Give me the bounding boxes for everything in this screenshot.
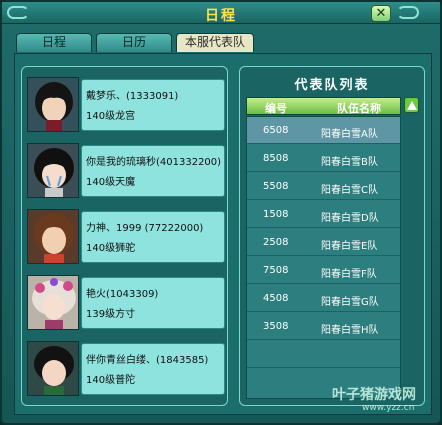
team-name: 阳春白雪G队 bbox=[321, 297, 379, 308]
member-level: 140级普陀 bbox=[86, 375, 136, 386]
column-header-team-name: 队伍名称 bbox=[337, 102, 381, 115]
table-row[interactable]: 5508 阳春白雪C队 bbox=[247, 173, 400, 200]
member-info: 艳火(1043309) 139级方寸 bbox=[81, 277, 225, 329]
member-card[interactable]: 戴梦乐、(1333091) 140级龙宫 bbox=[27, 77, 225, 132]
member-card[interactable]: 你是我的琉璃秒(401332200) 140级天魔 bbox=[27, 143, 225, 198]
tab-schedule[interactable]: 日程 bbox=[16, 33, 92, 52]
tab-server-team[interactable]: 本服代表队 bbox=[176, 33, 254, 52]
team-id: 3508 bbox=[263, 321, 289, 332]
team-name: 阳春白雪B队 bbox=[321, 157, 378, 168]
column-header-id: 编号 bbox=[265, 102, 287, 115]
avatar bbox=[27, 341, 79, 396]
tab-content: 戴梦乐、(1333091) 140级龙宫 你是我的琉璃秒(401332200) … bbox=[14, 53, 432, 415]
member-level: 140级狮驼 bbox=[86, 243, 136, 254]
watermark-logo: 叶子猪游戏网 bbox=[332, 387, 416, 403]
team-list-panel: 代表队列表 编号 队伍名称 6508 阳春白雪A队 8508 阳春白雪B队 5508… bbox=[239, 66, 425, 406]
member-name: 艳火(1043309) bbox=[86, 289, 159, 300]
team-list-title: 代表队列表 bbox=[294, 78, 370, 93]
member-name: 力神、1999 (77222000) bbox=[86, 223, 204, 234]
team-table: 6508 阳春白雪A队 8508 阳春白雪B队 5508 阳春白雪C队 1508 阳春白… bbox=[246, 116, 401, 399]
team-name: 阳春白雪H队 bbox=[321, 325, 379, 336]
title-bar[interactable]: 日程 ✕ bbox=[2, 2, 440, 24]
table-row[interactable]: 4508 阳春白雪G队 bbox=[247, 285, 400, 312]
team-name: 阳春白雪D队 bbox=[321, 213, 379, 224]
table-row[interactable]: 7508 阳春白雪F队 bbox=[247, 257, 400, 284]
member-name: 伴你青丝白缕、(1843585) bbox=[86, 355, 209, 366]
team-id: 6508 bbox=[263, 125, 289, 136]
table-row[interactable]: 3508 阳春白雪H队 bbox=[247, 313, 400, 340]
member-info: 你是我的琉璃秒(401332200) 140级天魔 bbox=[81, 145, 225, 197]
member-name: 戴梦乐、(1333091) bbox=[86, 91, 179, 102]
member-card[interactable]: 艳火(1043309) 139级方寸 bbox=[27, 275, 225, 330]
team-id: 8508 bbox=[263, 153, 289, 164]
team-id: 7508 bbox=[263, 265, 289, 276]
team-id: 2508 bbox=[263, 237, 289, 248]
avatar bbox=[27, 77, 79, 132]
member-info: 力神、1999 (77222000) 140级狮驼 bbox=[81, 211, 225, 263]
member-level: 140级龙宫 bbox=[86, 111, 136, 122]
table-row-empty bbox=[247, 341, 400, 368]
team-id: 4508 bbox=[263, 293, 289, 304]
member-level: 139级方寸 bbox=[86, 309, 136, 320]
member-info: 戴梦乐、(1333091) 140级龙宫 bbox=[81, 79, 225, 131]
swirl-ornament-icon bbox=[397, 6, 419, 19]
avatar bbox=[27, 143, 79, 198]
table-row[interactable]: 1508 阳春白雪D队 bbox=[247, 201, 400, 228]
scroll-up-button[interactable] bbox=[404, 97, 419, 113]
team-name: 阳春白雪F队 bbox=[321, 269, 377, 280]
table-row[interactable]: 6508 阳春白雪A队 bbox=[247, 117, 400, 144]
member-level: 140级天魔 bbox=[86, 177, 136, 188]
member-card[interactable]: 伴你青丝白缕、(1843585) 140级普陀 bbox=[27, 341, 225, 396]
team-name: 阳春白雪A队 bbox=[321, 129, 378, 140]
table-row[interactable]: 8508 阳春白雪B队 bbox=[247, 145, 400, 172]
team-name: 阳春白雪C队 bbox=[321, 185, 378, 196]
member-name: 你是我的琉璃秒(401332200) bbox=[86, 157, 222, 168]
tab-calendar[interactable]: 日历 bbox=[96, 33, 172, 52]
team-name: 阳春白雪E队 bbox=[321, 241, 378, 252]
avatar bbox=[27, 209, 79, 264]
table-row[interactable]: 2508 阳春白雪E队 bbox=[247, 229, 400, 256]
table-header: 编号 队伍名称 bbox=[246, 97, 401, 115]
scroll-up-icon bbox=[407, 101, 417, 110]
close-icon: ✕ bbox=[375, 6, 387, 21]
member-list: 戴梦乐、(1333091) 140级龙宫 你是我的琉璃秒(401332200) … bbox=[21, 66, 228, 406]
watermark-url: www.yzz.cn bbox=[362, 403, 415, 413]
team-id: 1508 bbox=[263, 209, 289, 220]
team-id: 5508 bbox=[263, 181, 289, 192]
avatar bbox=[27, 275, 79, 330]
close-button[interactable]: ✕ bbox=[371, 5, 391, 22]
schedule-window: 日程 ✕ 日程 日历 本服代表队 戴梦乐、(1333091) 140级龙宫 你是… bbox=[0, 0, 442, 425]
member-info: 伴你青丝白缕、(1843585) 140级普陀 bbox=[81, 343, 225, 395]
member-card[interactable]: 力神、1999 (77222000) 140级狮驼 bbox=[27, 209, 225, 264]
